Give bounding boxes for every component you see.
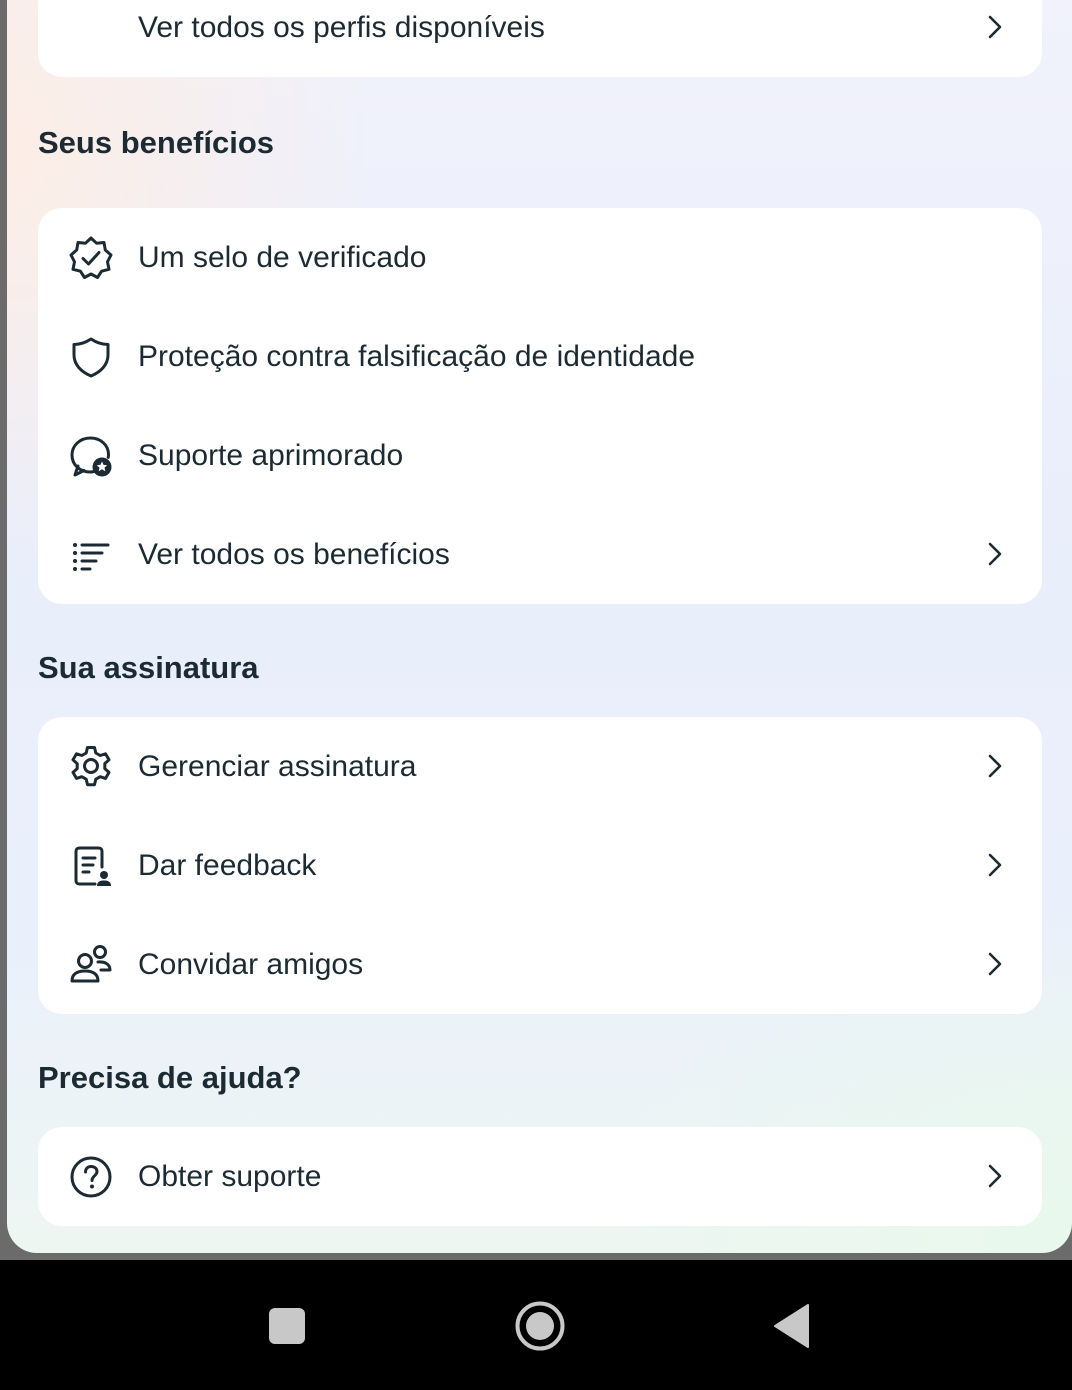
subscription-title: Sua assinatura [38,650,259,685]
view-all-benefits-label: Ver todos os benefícios [138,538,450,571]
subscription-page: Ver todos os perfis disponíveis Seus ben… [7,0,1072,1253]
chevron-right-icon [980,12,1010,42]
view-all-profiles-label: Ver todos os perfis disponíveis [138,11,545,44]
subscription-card: Gerenciar assinatura Dar feedback Convid… [38,717,1042,1014]
system-navigation-bar [0,1260,1072,1390]
manage-subscription-label: Gerenciar assinatura [138,750,417,783]
support-chat-icon [68,433,114,479]
get-support-label: Obter suporte [138,1160,322,1193]
verified-badge-icon [68,235,114,281]
chevron-right-icon [980,751,1010,781]
invite-friends-label: Convidar amigos [138,948,364,981]
get-support-row[interactable]: Obter suporte [38,1127,1042,1226]
invite-friends-row[interactable]: Convidar amigos [38,915,1042,1014]
feedback-icon [68,843,114,889]
view-all-profiles-row[interactable]: Ver todos os perfis disponíveis [38,0,1042,77]
people-icon [68,942,114,988]
benefit-enhanced-support: Suporte aprimorado [38,406,1042,505]
chevron-right-icon [980,949,1010,979]
back-button[interactable] [772,1303,810,1349]
chevron-right-icon [980,850,1010,880]
back-icon [772,1303,810,1349]
recent-apps-icon [268,1307,306,1345]
gear-icon [68,744,114,790]
chevron-right-icon [980,539,1010,569]
benefit-enhanced-support-label: Suporte aprimorado [138,439,404,472]
chevron-right-icon [980,1161,1010,1191]
benefit-impersonation-protection: Proteção contra falsificação de identida… [38,307,1042,406]
help-title: Precisa de ajuda? [38,1060,302,1095]
benefits-title: Seus benefícios [38,125,275,160]
benefit-verified-badge: Um selo de verificado [38,208,1042,307]
list-icon [68,532,114,578]
benefit-verified-badge-label: Um selo de verificado [138,241,427,274]
home-icon [514,1300,566,1352]
benefit-impersonation-protection-label: Proteção contra falsificação de identida… [138,340,696,373]
manage-subscription-row[interactable]: Gerenciar assinatura [38,717,1042,816]
give-feedback-row[interactable]: Dar feedback [38,816,1042,915]
help-card: Obter suporte [38,1127,1042,1226]
home-button[interactable] [514,1300,566,1352]
recent-apps-button[interactable] [268,1307,306,1345]
benefits-card: Um selo de verificado Proteção contra fa… [38,208,1042,604]
profiles-card: Ver todos os perfis disponíveis [38,0,1042,77]
question-circle-icon [68,1154,114,1200]
view-all-benefits-row[interactable]: Ver todos os benefícios [38,505,1042,604]
give-feedback-label: Dar feedback [138,849,317,882]
shield-icon [68,334,114,380]
